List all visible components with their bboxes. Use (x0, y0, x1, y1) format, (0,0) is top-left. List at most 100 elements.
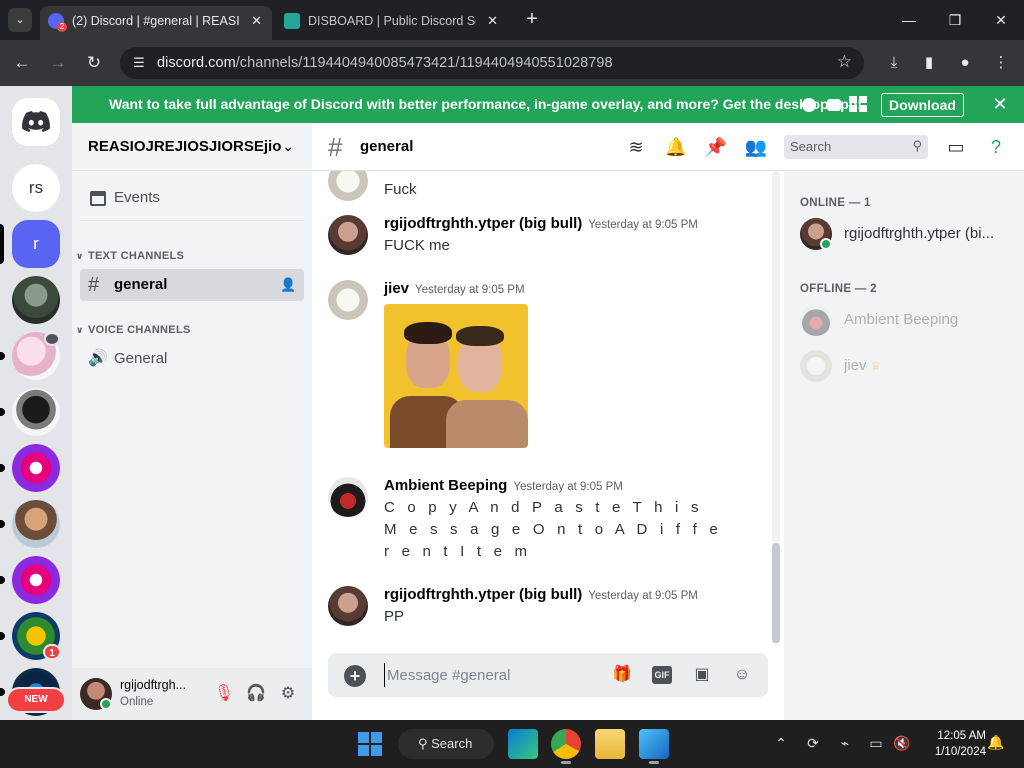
emoji-icon[interactable]: ☺ (730, 663, 754, 687)
network-off-icon[interactable]: ⌁ (835, 735, 855, 752)
headphones-icon[interactable]: 🎧 (244, 682, 268, 706)
message-scrollbar[interactable] (772, 171, 780, 646)
member-item[interactable]: rgijodftrghth.ytper (bi... (800, 213, 1010, 255)
notification-bell-icon[interactable]: 🔔 (986, 734, 1006, 751)
tab-disboard[interactable]: DISBOARD | Public Discord Serv ✕ (276, 6, 508, 40)
member-item[interactable]: Ambient Beeping (800, 299, 1010, 341)
reload-button[interactable]: ↻ (82, 51, 106, 75)
unread-indicator (0, 632, 5, 640)
voice-channels-category[interactable]: ∨ VOICE CHANNELS (76, 324, 191, 336)
avatar[interactable] (328, 171, 368, 201)
guild-header[interactable]: REASIOJREJIOSJIORSEjio ⌄ (72, 123, 312, 171)
menu-icon[interactable]: ⋮ (990, 52, 1012, 74)
attached-image[interactable] (384, 304, 528, 448)
banner-close-icon[interactable]: ✕ (988, 92, 1012, 116)
photos-app-icon[interactable] (639, 729, 669, 764)
server-icon-5[interactable] (12, 500, 60, 548)
text-channels-category[interactable]: ∨ TEXT CHANNELS (76, 250, 184, 262)
message-author[interactable]: jiev (384, 280, 409, 297)
server-r[interactable]: r (12, 220, 60, 268)
member-list: ONLINE — 1 rgijodftrghth.ytper (bi... OF… (784, 171, 1024, 720)
volume-muted-icon[interactable]: 🔇 (892, 735, 912, 752)
server-icon-1[interactable] (12, 276, 60, 324)
site-info-icon[interactable]: ☰ (130, 54, 148, 72)
message-input[interactable] (384, 663, 584, 687)
member-item[interactable]: jiev ♛ (800, 345, 1010, 387)
online-status-icon (820, 238, 832, 250)
channel-general[interactable]: # general 👤 (80, 269, 304, 301)
voice-channel-general[interactable]: 🔊 General (80, 343, 304, 375)
disboard-favicon-icon (284, 13, 300, 29)
pin-icon[interactable]: 📌 (704, 135, 728, 159)
new-tab-button[interactable]: + (520, 8, 544, 32)
close-window-button[interactable]: ✕ (986, 8, 1016, 32)
restore-button[interactable]: ❐ (940, 8, 970, 32)
server-rs[interactable]: rs (12, 164, 60, 212)
discord-logo-icon (22, 111, 50, 132)
forward-button[interactable]: → (46, 51, 70, 75)
member-list-icon[interactable]: 👥 (744, 135, 768, 159)
bell-icon[interactable]: 🔔 (664, 135, 688, 159)
back-button[interactable]: ← (10, 51, 34, 75)
chat-area: # general ≋ 🔔 📌 👥 Search ⚲ ▭ ? Fuck rgij… (312, 123, 1024, 720)
display-icon[interactable]: ▭ (866, 735, 886, 752)
avatar[interactable] (328, 280, 368, 320)
side-panel-icon[interactable]: ▮ (918, 52, 940, 74)
events-item[interactable]: Events (80, 179, 304, 221)
taskbar-search[interactable]: ⚲ Search (398, 729, 494, 759)
bookmark-star-icon[interactable]: ☆ (837, 52, 852, 72)
download-button[interactable]: Download (881, 93, 964, 117)
channel-label: General (114, 350, 168, 367)
tab-close-icon[interactable]: ✕ (251, 6, 262, 36)
message-author[interactable]: Ambient Beeping (384, 477, 507, 494)
gif-button[interactable]: GIF (652, 666, 672, 684)
search-placeholder: Search (790, 139, 832, 154)
message-text: C o p y A n d P a s t e T h i s M e s s … (384, 499, 722, 560)
selected-server-pill (0, 224, 4, 264)
tab-search-button[interactable]: ⌄ (8, 8, 32, 32)
address-bar[interactable]: ☰ discord.com/channels/11944049400854734… (120, 47, 864, 79)
sticker-icon[interactable]: ▣ (690, 663, 714, 687)
platform-icons (802, 96, 867, 112)
avatar[interactable] (328, 215, 368, 255)
downloads-icon[interactable]: ⤓ (883, 52, 905, 74)
server-icon-6[interactable] (12, 556, 60, 604)
banner-text: Want to take full advantage of Discord w… (109, 96, 863, 112)
inbox-icon[interactable]: ▭ (944, 135, 968, 159)
discord-home-button[interactable] (12, 98, 60, 146)
member-name: jiev (844, 357, 867, 374)
tab-close-icon[interactable]: ✕ (487, 6, 498, 36)
add-member-icon[interactable]: 👤 (280, 277, 296, 293)
mute-microphone-icon[interactable]: 🎙 (212, 682, 236, 706)
message-timestamp: Yesterday at 9:05 PM (588, 219, 698, 231)
edge-preview-app-icon[interactable] (508, 729, 538, 759)
windows-start-button[interactable] (358, 732, 382, 756)
chat-header: # general ≋ 🔔 📌 👥 Search ⚲ ▭ ? (312, 123, 1024, 171)
avatar[interactable] (328, 477, 368, 517)
sync-icon[interactable]: ⟳ (803, 735, 823, 752)
online-status-icon (100, 698, 112, 710)
hash-icon: # (328, 132, 343, 162)
unread-indicator (0, 408, 5, 416)
gear-icon[interactable]: ⚙ (276, 682, 300, 706)
server-icon-4[interactable] (12, 444, 60, 492)
tab-discord[interactable]: (2) Discord | #general | REASIOJ ✕ (40, 6, 272, 40)
search-input[interactable]: Search ⚲ (784, 135, 928, 159)
new-servers-badge[interactable]: NEW (8, 689, 64, 711)
minimize-button[interactable]: — (894, 8, 924, 32)
message-author[interactable]: rgijodftrghth.ytper (big bull) (384, 215, 582, 232)
scrollbar-thumb[interactable] (772, 543, 780, 643)
profile-icon[interactable]: ● (954, 52, 976, 74)
message-author[interactable]: rgijodftrghth.ytper (big bull) (384, 586, 582, 603)
threads-icon[interactable]: ≋ (624, 135, 648, 159)
gift-icon[interactable]: 🎁 (610, 663, 634, 687)
member-name: rgijodftrghth.ytper (bi... (844, 225, 995, 242)
avatar[interactable] (328, 586, 368, 626)
file-explorer-icon[interactable] (595, 729, 625, 759)
add-attachment-button[interactable]: + (344, 665, 366, 687)
help-icon[interactable]: ? (984, 135, 1008, 159)
chrome-app-icon[interactable] (551, 729, 581, 764)
system-clock[interactable]: 12:05 AM 1/10/2024 (920, 728, 986, 760)
server-icon-3[interactable] (12, 388, 60, 436)
chevron-up-icon[interactable]: ⌃ (771, 735, 791, 752)
